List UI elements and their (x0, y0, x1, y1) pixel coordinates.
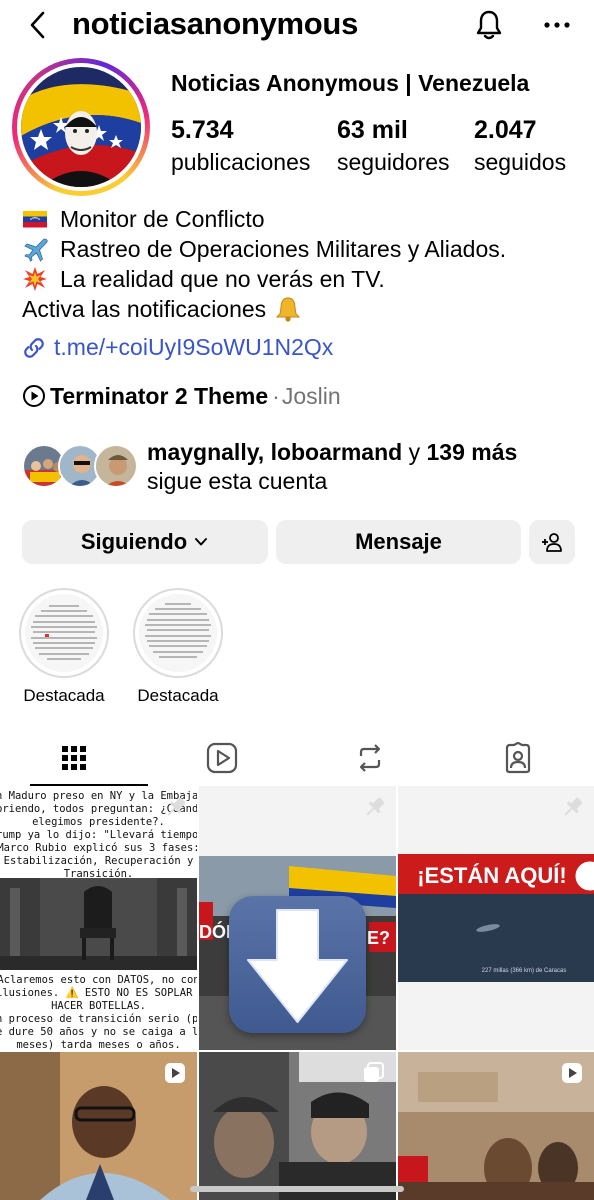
reposts-icon (359, 744, 381, 772)
post-tile[interactable] (398, 1052, 594, 1200)
highlight[interactable]: Destacada (130, 588, 226, 706)
followed-by-text: maygnally, loboarmand y 139 más sigue es… (147, 438, 517, 496)
profile-music[interactable]: Terminator 2 Theme · Joslin (22, 380, 341, 412)
bio-line-3: La realidad que no verás en TV. (60, 266, 385, 292)
profile-tabs (0, 730, 594, 786)
followed-by-conj: y (408, 439, 421, 465)
download-overlay[interactable] (229, 896, 366, 1033)
pin-icon (167, 797, 186, 816)
download-arrow-icon (247, 909, 348, 1023)
music-separator: · (272, 382, 280, 409)
venezuela-flag-icon (23, 211, 47, 228)
tab-tagged[interactable] (444, 730, 592, 786)
pin-icon (564, 797, 583, 816)
highlight[interactable]: Destacada (16, 588, 112, 706)
tab-reels[interactable] (148, 730, 296, 786)
post-caption-bottom: Aclaremos esto con DATOS, no con ilusione… (0, 974, 197, 1050)
following-button[interactable]: Siguiendo (22, 520, 268, 564)
home-indicator[interactable] (190, 1186, 404, 1192)
stat-following[interactable]: 2.047 seguidos (474, 114, 566, 178)
bell-emoji-icon (275, 297, 301, 322)
stat-followers-label: seguidores (337, 149, 450, 175)
highlight-label: Destacada (137, 686, 219, 705)
post2-partial-right: E? (367, 928, 390, 948)
reels-icon (206, 742, 238, 774)
followed-by-suffix: sigue esta cuenta (147, 468, 328, 494)
bio-line-2: Rastreo de Operaciones Militares y Aliad… (60, 236, 507, 262)
post-tile[interactable] (199, 1052, 396, 1200)
tab-grid[interactable] (0, 730, 148, 786)
message-button-label: Mensaje (355, 529, 442, 554)
add-person-icon (542, 533, 562, 552)
stat-posts-label: publicaciones (171, 149, 311, 175)
followed-by[interactable]: maygnally, loboarmand y 139 más sigue es… (22, 438, 582, 498)
chevron-left-icon[interactable] (24, 10, 54, 40)
followed-by-more: 139 más (426, 439, 518, 465)
profile-username: noticiasanonymous (72, 6, 359, 41)
post3-caption: 227 millas (366 km) de Caracas (482, 968, 567, 974)
post-tile[interactable]: ¡ESTÁN AQUÍ! 227 millas (366 km) de Cara… (398, 786, 594, 1050)
post-image-throne (0, 878, 197, 970)
follower-avatar (94, 444, 138, 488)
link-icon (24, 337, 44, 358)
story-ring[interactable] (12, 58, 150, 196)
pin-icon (366, 797, 385, 816)
collision-icon (23, 267, 47, 291)
stat-posts-value: 5.734 (171, 116, 234, 144)
bio-line-1: Monitor de Conflicto (60, 206, 265, 232)
message-button[interactable]: Mensaje (276, 520, 521, 564)
post3-title: ¡ESTÁN AQUÍ! (417, 863, 567, 888)
following-button-label: Siguiendo (80, 529, 188, 554)
profile-link-text: t.me/+coiUyI9SoWU1N2Qx (54, 334, 334, 360)
tab-reposts[interactable] (296, 730, 444, 786)
suggested-users-button[interactable] (529, 520, 575, 564)
tagged-icon (505, 742, 531, 774)
stat-posts[interactable]: 5.734 publicaciones (171, 114, 310, 178)
post-image-map: ¡ESTÁN AQUÍ! 227 millas (366 km) de Cara… (398, 854, 594, 982)
profile-link[interactable]: t.me/+coiUyI9SoWU1N2Qx (22, 334, 333, 361)
stat-following-label: seguidos (474, 149, 567, 175)
play-circle-icon (23, 385, 45, 407)
top-bar: noticiasanonymous (0, 0, 594, 52)
airplane-icon (24, 238, 48, 262)
more-horizontal-icon[interactable] (540, 10, 574, 40)
chevron-down-icon (195, 538, 208, 546)
profile-display-name: Noticias Anonymous | Venezuela (171, 70, 530, 96)
music-artist: Joslin (281, 382, 341, 409)
highlight-cover (25, 594, 103, 672)
avatar (21, 67, 141, 187)
stat-followers[interactable]: 63 mil seguidores (337, 114, 450, 178)
stat-followers-value: 63 mil (337, 116, 408, 144)
reel-indicator-icon (165, 1063, 185, 1083)
post-tile[interactable] (0, 1052, 197, 1200)
post-tile[interactable]: n Maduro preso en NY y la Embajada briend… (0, 786, 197, 1050)
reel-indicator-icon (562, 1063, 582, 1083)
highlight-cover (139, 594, 217, 672)
profile-bio: Monitor de Conflicto Rastreo de Operacio… (22, 204, 506, 324)
bell-icon[interactable] (474, 8, 504, 42)
carousel-indicator-icon (364, 1062, 384, 1082)
grid-icon (62, 746, 86, 770)
stat-following-value: 2.047 (474, 116, 537, 144)
followed-by-names: maygnally, loboarmand (147, 439, 403, 465)
music-title: Terminator 2 Theme (50, 382, 269, 409)
bio-line-4: Activa las notificaciones (22, 296, 267, 322)
highlight-label: Destacada (23, 686, 105, 705)
